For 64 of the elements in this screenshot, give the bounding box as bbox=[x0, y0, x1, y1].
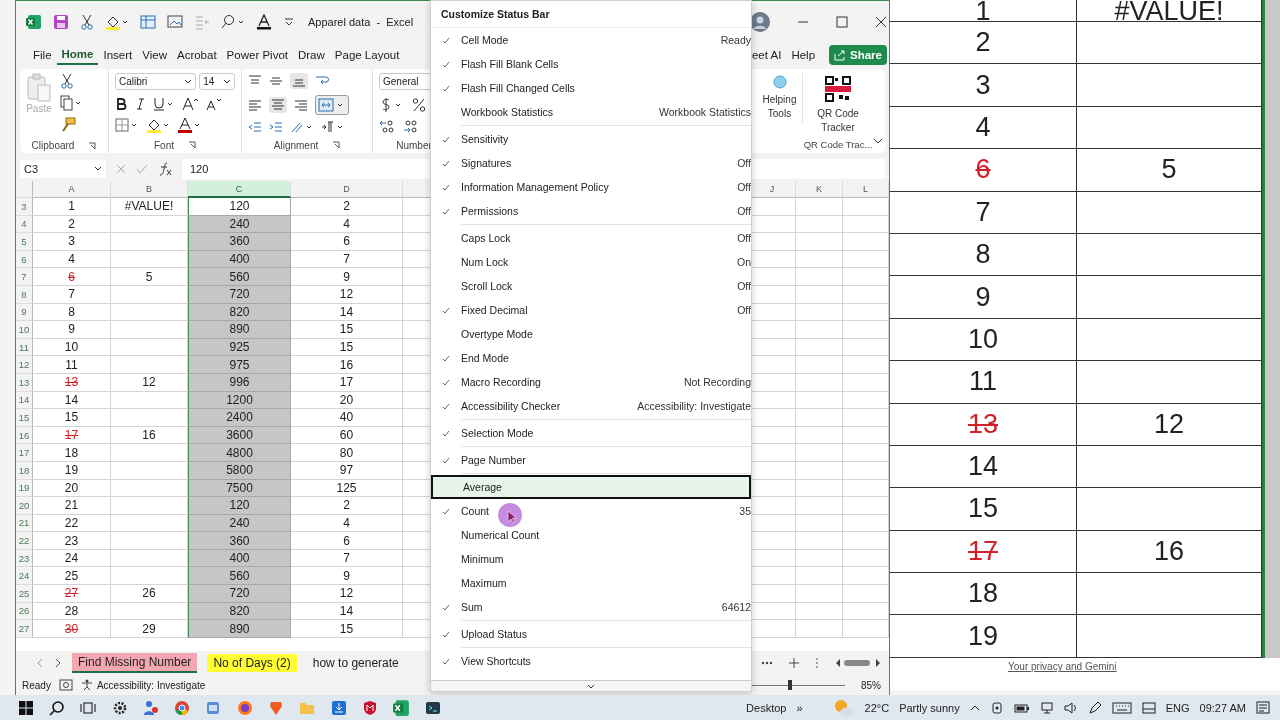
table-cell: 15 bbox=[890, 488, 1077, 530]
window-title: Apparel data - Excel bbox=[308, 16, 414, 28]
table-cell: 3 bbox=[890, 64, 1077, 106]
table-cell: 9 bbox=[890, 276, 1077, 318]
table-cell: #VALUE! bbox=[111, 198, 188, 216]
table-cell: 23 bbox=[33, 532, 111, 550]
group-label: Number bbox=[396, 139, 432, 151]
table-cell: 2 bbox=[291, 497, 403, 515]
table-cell: 360 bbox=[188, 233, 291, 251]
table-cell: 4800 bbox=[188, 444, 291, 462]
table-cell: 2 bbox=[291, 198, 403, 216]
table-cell: 13 bbox=[890, 403, 1077, 445]
table-cell: 15 bbox=[291, 321, 403, 339]
table-cell: 720 bbox=[188, 585, 291, 603]
table-cell: 9 bbox=[33, 321, 111, 339]
table-cell: 26 bbox=[111, 585, 188, 603]
table-cell: 8 bbox=[890, 233, 1077, 276]
table-cell: 6 bbox=[291, 532, 403, 550]
table-cell: 1 bbox=[33, 198, 111, 216]
group-label: Alignment bbox=[273, 139, 319, 151]
table-cell: 6 bbox=[291, 233, 403, 251]
table-cell: 18 bbox=[33, 444, 111, 462]
table-cell: 10 bbox=[890, 318, 1077, 361]
table-cell: 9 bbox=[291, 268, 403, 286]
table-cell: 18 bbox=[890, 573, 1077, 615]
group-label: Font bbox=[154, 139, 174, 151]
table-cell: 17 bbox=[890, 530, 1077, 573]
status-text: Ready bbox=[22, 679, 51, 691]
table-cell: 14 bbox=[890, 445, 1077, 488]
table-cell: 29 bbox=[111, 620, 188, 638]
table-cell: 16 bbox=[291, 356, 403, 374]
table-cell: 80 bbox=[291, 444, 403, 462]
table-cell: 7 bbox=[890, 191, 1077, 233]
table-cell: 15 bbox=[291, 620, 403, 638]
table-cell: 1 bbox=[890, 0, 1077, 22]
table-cell: 27 bbox=[33, 585, 111, 603]
menu-title: Customize Status Bar bbox=[431, 1, 751, 28]
table-cell: 19 bbox=[890, 615, 1077, 657]
table-cell: 6 bbox=[890, 149, 1077, 191]
table-cell: 560 bbox=[188, 567, 291, 586]
table-cell: 890 bbox=[188, 321, 291, 339]
table-cell: 11 bbox=[33, 356, 111, 374]
group-label: Clipboard bbox=[31, 140, 75, 151]
table-cell: 890 bbox=[188, 620, 291, 638]
table-cell: 2400 bbox=[188, 409, 291, 427]
group-label: QR Code Trac... bbox=[803, 139, 873, 150]
table-cell: 3 bbox=[33, 233, 111, 251]
table-cell: 15 bbox=[33, 409, 111, 427]
table-cell: 120 bbox=[188, 497, 291, 515]
table-cell: 12 bbox=[291, 585, 403, 603]
table-cell: 120 bbox=[188, 198, 291, 216]
table-cell: 560 bbox=[188, 268, 291, 286]
table-cell: 975 bbox=[188, 356, 291, 374]
table-cell: 360 bbox=[188, 532, 291, 550]
table-cell: 30 bbox=[33, 620, 111, 638]
table-cell: 5 bbox=[111, 268, 188, 286]
table-cell: 11 bbox=[890, 361, 1077, 403]
table-cell: 21 bbox=[33, 497, 111, 515]
table-cell: 40 bbox=[291, 409, 403, 427]
table-cell: 6 bbox=[33, 268, 111, 286]
table-cell: 25 bbox=[33, 567, 111, 586]
table-cell: 2 bbox=[890, 22, 1077, 64]
table-cell: 9 bbox=[291, 567, 403, 586]
table-cell: 4 bbox=[890, 106, 1077, 149]
